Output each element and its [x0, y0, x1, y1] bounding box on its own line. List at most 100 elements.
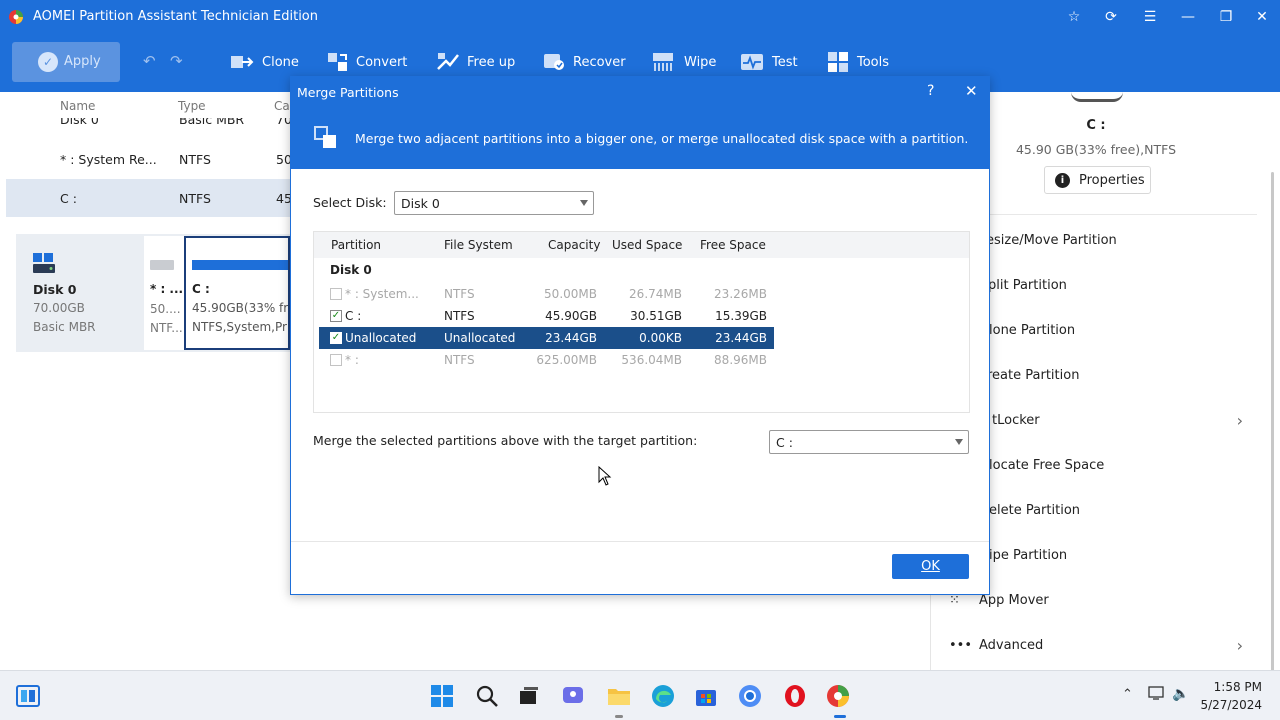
more-icon: ••• — [949, 638, 973, 653]
properties-label: Properties — [1079, 173, 1145, 188]
chevron-down-icon — [955, 439, 963, 445]
cell-used: 30.51GB — [630, 309, 682, 323]
task-view-icon[interactable] — [516, 683, 542, 709]
cell-free: 88.96MB — [714, 353, 767, 367]
partition-name: * : ... — [150, 282, 184, 296]
partition-fs: NTFS,System,Primary — [192, 320, 290, 334]
cell-used: 26.74MB — [629, 287, 682, 301]
undo-icon[interactable]: ↶ — [143, 52, 156, 70]
row-type: Basic MBR — [179, 118, 245, 127]
file-explorer-icon[interactable] — [606, 683, 632, 709]
show-hidden-icons-icon[interactable]: ⌃ — [1122, 687, 1133, 702]
partition-card-system[interactable]: * : ... 50.... NTF... — [144, 236, 184, 350]
select-disk-dropdown[interactable]: Disk 0 — [394, 191, 594, 215]
store-icon[interactable] — [693, 683, 719, 709]
running-indicator — [615, 715, 623, 718]
edge-icon[interactable] — [650, 683, 676, 709]
volume-icon[interactable]: 🔈 — [1172, 686, 1189, 702]
scrollbar[interactable] — [1271, 172, 1274, 672]
target-partition-dropdown[interactable]: C : — [769, 430, 969, 454]
chevron-down-icon — [580, 200, 588, 206]
table-row[interactable]: ✓ C : NTFS 45.90GB 30.51GB 15.39GB — [319, 305, 774, 327]
wipe-icon — [653, 53, 673, 71]
partition-list-header: Name Type Ca — [0, 92, 290, 118]
disk-card[interactable]: Disk 0 70.00GB Basic MBR — [16, 234, 142, 352]
network-icon[interactable] — [1148, 685, 1166, 701]
dialog-close-icon[interactable]: ✕ — [965, 82, 978, 100]
help-icon[interactable]: ? — [927, 83, 934, 99]
disk-group-label: Disk 0 — [330, 263, 372, 277]
table-row-selected[interactable]: ✓ Unallocated Unallocated 23.44GB 0.00KB… — [319, 327, 774, 349]
chat-icon[interactable] — [560, 683, 586, 709]
partition-name: C : — [192, 282, 210, 296]
op-label: plit Partition — [988, 278, 1067, 293]
partition-card-c[interactable]: C : 45.90GB(33% free) NTFS,System,Primar… — [184, 236, 290, 350]
select-disk-value: Disk 0 — [401, 196, 440, 211]
table-row[interactable]: * : System Re... NTFS 50 — [6, 140, 292, 178]
disk-type: Basic MBR — [33, 320, 96, 334]
row-name: C : — [60, 191, 77, 206]
test-icon — [741, 54, 763, 70]
star-icon[interactable]: ☆ — [1062, 6, 1086, 28]
cell-free: 23.26MB — [714, 287, 767, 301]
minimize-icon[interactable]: — — [1176, 6, 1200, 28]
disk-icon — [33, 253, 55, 273]
row-name: * : System Re... — [60, 152, 157, 167]
clone-icon — [231, 56, 254, 68]
cell-used: 536.04MB — [621, 353, 682, 367]
check-icon: ✓ — [38, 52, 58, 72]
ok-button[interactable]: OK — [892, 554, 969, 579]
cell-capacity: 625.00MB — [536, 353, 597, 367]
cell-capacity: 23.44GB — [545, 331, 597, 345]
dialog-header: Merge Partitions ? ✕ Merge two adjacent … — [291, 77, 989, 169]
row-checkbox[interactable]: ✓ — [330, 332, 342, 344]
apply-button[interactable]: ✓ Apply — [12, 42, 120, 82]
row-type: NTFS — [179, 191, 211, 206]
col-partition: Partition — [331, 238, 382, 252]
opera-icon[interactable] — [782, 683, 808, 709]
aomei-icon[interactable] — [825, 683, 851, 709]
target-partition-value: C : — [776, 435, 793, 450]
start-icon[interactable] — [429, 683, 455, 709]
close-icon[interactable]: ✕ — [1250, 6, 1274, 28]
partition-usage-bar — [150, 260, 174, 270]
clock-time[interactable]: 1:58 PM — [1196, 680, 1262, 694]
chrome-icon[interactable] — [737, 683, 763, 709]
col-name: Name — [60, 99, 96, 113]
refresh-icon[interactable]: ⟳ — [1099, 6, 1123, 28]
dialog-title: Merge Partitions — [297, 85, 399, 100]
cell-fs: Unallocated — [444, 331, 516, 345]
restore-icon[interactable]: ❐ — [1214, 6, 1238, 28]
search-icon[interactable] — [474, 683, 500, 709]
op-label: esize/Move Partition — [986, 233, 1117, 248]
op-label: tLocker — [992, 413, 1040, 428]
table-row[interactable]: * : NTFS 625.00MB 536.04MB 88.96MB — [319, 349, 774, 371]
merge-partitions-dialog: Merge Partitions ? ✕ Merge two adjacent … — [290, 76, 990, 595]
cell-fs: NTFS — [444, 353, 475, 367]
widgets-icon[interactable] — [15, 683, 41, 709]
op-label: Advanced — [979, 638, 1044, 653]
info-icon: i — [1055, 173, 1070, 188]
table-row[interactable]: C : NTFS 45 — [6, 179, 292, 217]
taskbar: ⌃ 🔈 1:58 PM 5/27/2024 — [0, 670, 1280, 720]
row-checkbox[interactable]: ✓ — [330, 310, 342, 322]
row-checkbox[interactable] — [330, 354, 342, 366]
redo-icon[interactable]: ↷ — [170, 52, 183, 70]
row-checkbox[interactable] — [330, 288, 342, 300]
cell-fs: NTFS — [444, 309, 475, 323]
table-row[interactable]: * : System... NTFS 50.00MB 26.74MB 23.26… — [319, 283, 774, 305]
tools-label: Tools — [857, 55, 890, 70]
clock-date[interactable]: 5/27/2024 — [1196, 698, 1262, 712]
chevron-right-icon: › — [1236, 636, 1243, 655]
properties-button[interactable]: i Properties — [1044, 166, 1151, 194]
col-type: Type — [178, 99, 206, 113]
op-advanced[interactable]: ••• Advanced › — [931, 626, 1261, 666]
recover-label: Recover — [573, 55, 626, 70]
col-file-system: File System — [444, 238, 513, 252]
menu-icon[interactable]: ☰ — [1138, 6, 1162, 28]
col-capacity: Ca — [274, 99, 290, 113]
cell-free: 23.44GB — [715, 331, 767, 345]
table-row[interactable]: Disk 0 Basic MBR 70 — [6, 118, 290, 138]
cell-capacity: 50.00MB — [544, 287, 597, 301]
title-bar: AOMEI Partition Assistant Technician Edi… — [0, 0, 1280, 34]
